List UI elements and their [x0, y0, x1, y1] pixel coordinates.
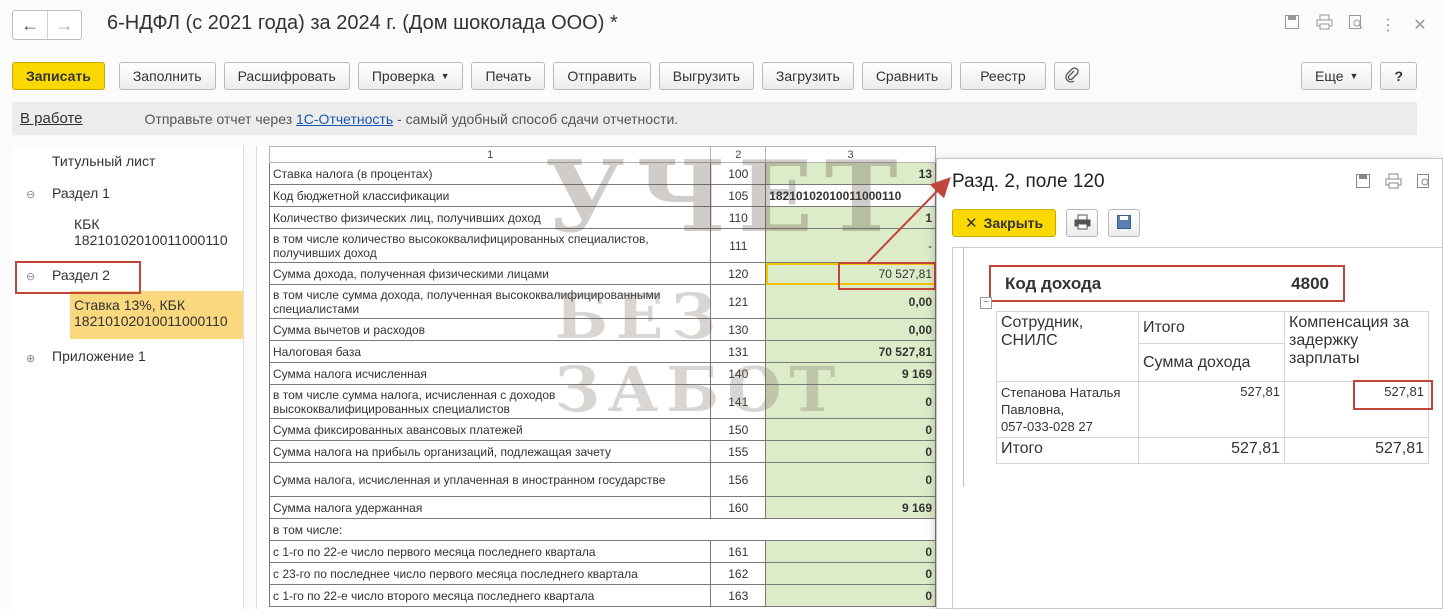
annotation-arrow — [867, 177, 951, 263]
